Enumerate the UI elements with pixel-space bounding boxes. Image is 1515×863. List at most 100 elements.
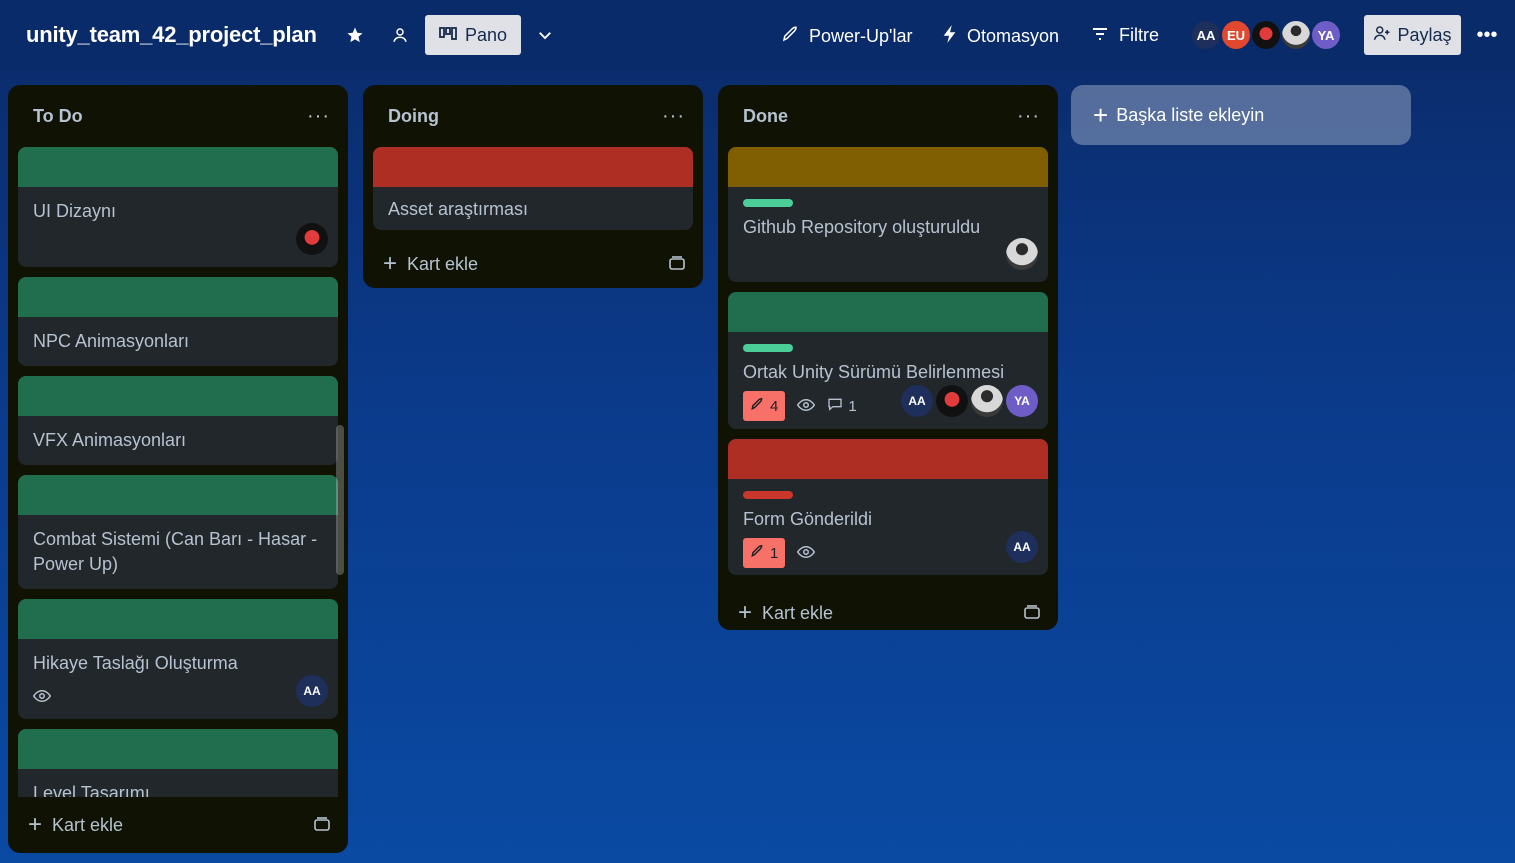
- avatar[interactable]: YA: [1006, 385, 1038, 417]
- avatar[interactable]: EU: [1220, 19, 1252, 51]
- card-cover: [18, 277, 338, 317]
- checklist-count: 1: [770, 544, 779, 562]
- avatar[interactable]: [936, 385, 968, 417]
- add-list-button[interactable]: + Başka liste ekleyin: [1071, 85, 1411, 145]
- card[interactable]: VFX Animasyonları: [18, 376, 338, 465]
- star-icon[interactable]: [344, 24, 366, 46]
- card-title: Level Tasarımı: [33, 783, 150, 797]
- board-view-button[interactable]: Pano: [425, 15, 521, 55]
- avatar[interactable]: [1280, 19, 1312, 51]
- automation-label: Otomasyon: [967, 26, 1060, 46]
- add-card-button[interactable]: + Kart ekle: [363, 236, 703, 292]
- avatar[interactable]: AA: [1190, 19, 1222, 51]
- rocket-icon: [781, 25, 799, 48]
- template-icon[interactable]: [314, 815, 330, 836]
- list-todo: To Do ··· UI Dizaynı NPC Animasyonları V…: [8, 85, 348, 853]
- board-view-label: Pano: [464, 24, 508, 45]
- card[interactable]: Form Gönderildi 1 AA: [728, 439, 1048, 575]
- board-title[interactable]: unity_team_42_project_plan: [26, 22, 317, 48]
- plus-icon: +: [1093, 99, 1109, 130]
- template-icon[interactable]: [1024, 603, 1040, 624]
- comments-count: 1: [848, 397, 857, 415]
- avatar[interactable]: AA: [1006, 531, 1038, 563]
- card-cover: [18, 599, 338, 639]
- card-title: VFX Animasyonları: [33, 430, 187, 450]
- card-title: Asset araştırması: [388, 199, 529, 219]
- list-scrollbar[interactable]: [336, 425, 344, 575]
- list-done: Done ··· Github Repository oluşturuldu O…: [718, 85, 1058, 630]
- add-card-label: Kart ekle: [52, 814, 124, 835]
- checklist-count: 4: [770, 397, 779, 415]
- card-cover: [728, 439, 1048, 479]
- card-cover: [18, 475, 338, 515]
- card[interactable]: UI Dizaynı: [18, 147, 338, 267]
- rocket-icon: [750, 541, 764, 566]
- card[interactable]: Combat Sistemi (Can Barı - Hasar - Power…: [18, 475, 338, 589]
- avatar[interactable]: [971, 385, 1003, 417]
- add-card-button[interactable]: + Kart ekle: [718, 585, 1058, 641]
- list-menu-icon[interactable]: ···: [307, 105, 330, 128]
- avatar[interactable]: [296, 223, 328, 255]
- card-label[interactable]: [743, 344, 793, 352]
- card[interactable]: Github Repository oluşturuldu: [728, 147, 1048, 282]
- card[interactable]: NPC Animasyonları: [18, 277, 338, 366]
- add-list-label: Başka liste ekleyin: [1116, 104, 1265, 125]
- checklist-badge: 1: [743, 538, 786, 568]
- card-title: Form Gönderildi: [743, 509, 873, 529]
- avatar[interactable]: [1006, 238, 1038, 270]
- filter-button[interactable]: Filtre: [1091, 25, 1159, 46]
- card-cover: [728, 147, 1048, 187]
- list-doing: Doing ··· Asset araştırması + Kart ekle: [363, 85, 703, 288]
- automation-button[interactable]: Otomasyon: [943, 25, 1059, 48]
- list-title[interactable]: Done: [743, 106, 788, 127]
- card-title: Combat Sistemi (Can Barı - Hasar - Power…: [33, 529, 318, 574]
- card[interactable]: Ortak Unity Sürümü Belirlenmesi 4 1 AA Y…: [728, 292, 1048, 429]
- more-menu-icon[interactable]: •••: [1476, 24, 1498, 46]
- card-title: Ortak Unity Sürümü Belirlenmesi: [743, 362, 1005, 382]
- share-label: Paylaş: [1397, 24, 1452, 45]
- powerups-button[interactable]: Power-Up'lar: [781, 25, 912, 48]
- card-title: Hikaye Taslağı Oluşturma: [33, 653, 238, 673]
- rocket-icon: [750, 394, 764, 419]
- plus-icon: +: [738, 599, 753, 626]
- avatar[interactable]: [1250, 19, 1282, 51]
- card-title: Github Repository oluşturuldu: [743, 217, 981, 237]
- avatar[interactable]: YA: [1310, 19, 1342, 51]
- plus-icon: +: [383, 250, 398, 277]
- card-title: UI Dizaynı: [33, 201, 117, 221]
- template-icon[interactable]: [669, 254, 685, 275]
- add-user-icon: [1373, 24, 1391, 47]
- list-menu-icon[interactable]: ···: [1017, 105, 1040, 128]
- add-card-button[interactable]: + Kart ekle: [8, 797, 348, 853]
- card-cover: [18, 376, 338, 416]
- watch-eye-icon: [797, 541, 816, 566]
- watch-eye-icon: [32, 685, 52, 710]
- list-title[interactable]: Doing: [388, 106, 439, 127]
- card-cover: [373, 147, 693, 187]
- list-menu-icon[interactable]: ···: [662, 105, 685, 128]
- card[interactable]: Hikaye Taslağı Oluşturma AA: [18, 599, 338, 719]
- card-title: NPC Animasyonları: [33, 331, 190, 351]
- add-card-label: Kart ekle: [762, 602, 834, 623]
- avatar[interactable]: AA: [901, 385, 933, 417]
- comment-icon: [827, 394, 843, 419]
- card-cover: [728, 292, 1048, 332]
- card-label[interactable]: [743, 491, 793, 499]
- filter-label: Filtre: [1119, 25, 1159, 45]
- list-cards: UI Dizaynı NPC Animasyonları VFX Animasy…: [8, 147, 348, 797]
- avatar[interactable]: AA: [296, 675, 328, 707]
- list-title[interactable]: To Do: [33, 106, 83, 127]
- card-label[interactable]: [743, 199, 793, 207]
- filter-icon: [1091, 25, 1109, 46]
- card[interactable]: Level Tasarımı: [18, 729, 338, 797]
- checklist-badge: 4: [743, 391, 786, 421]
- board-header: unity_team_42_project_plan Pano Power-Up…: [0, 0, 1515, 70]
- board-view-icon: [439, 25, 457, 46]
- card-cover: [18, 147, 338, 187]
- share-button[interactable]: Paylaş: [1364, 15, 1461, 55]
- lightning-icon: [943, 25, 957, 48]
- board-members: AA EU YA: [1190, 19, 1342, 51]
- visibility-team-icon[interactable]: [389, 24, 411, 46]
- chevron-down-icon[interactable]: [534, 24, 556, 46]
- card[interactable]: Asset araştırması: [373, 147, 693, 230]
